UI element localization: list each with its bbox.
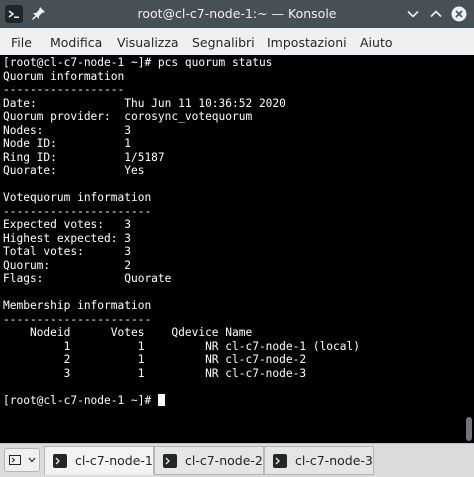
tab-cl-c7-node-1[interactable]: cl-c7-node-1	[44, 446, 154, 475]
text-cursor	[157, 393, 165, 406]
new-tab-button[interactable]	[4, 448, 40, 472]
close-button[interactable]	[451, 6, 467, 22]
menu-bar: File Modifica Visualizza Segnalibri Impo…	[0, 28, 474, 56]
menu-modifica[interactable]: Modifica	[50, 35, 102, 50]
new-tab-icon	[8, 455, 21, 465]
terminal-line: [root@cl-c7-node-1 ~]# pcs quorum status	[3, 56, 273, 69]
terminal-line: 2 1 NR cl-c7-node-2	[3, 353, 307, 366]
chevron-down-icon	[407, 10, 419, 18]
terminal-line: ------------------	[3, 83, 125, 96]
terminal-line: 1 1 NR cl-c7-node-1 (local)	[3, 339, 360, 353]
terminal-icon	[163, 453, 177, 468]
terminal-line: Quorum information	[3, 69, 125, 83]
window-title: root@cl-c7-node-1:~ — Konsole	[137, 6, 337, 21]
minimize-button[interactable]	[405, 6, 421, 22]
menu-visualizza[interactable]: Visualizza	[117, 35, 179, 50]
terminal-line: ----------------------	[3, 204, 152, 218]
terminal-output: [root@cl-c7-node-1 ~]# pcs quorum status…	[3, 56, 360, 407]
terminal-line: Node ID: 1	[3, 137, 131, 150]
terminal-icon	[53, 453, 67, 468]
terminal-prompt-line: [root@cl-c7-node-1 ~]#	[3, 393, 360, 408]
terminal-view[interactable]: [root@cl-c7-node-1 ~]# pcs quorum status…	[0, 55, 474, 443]
terminal-line: Expected votes: 3	[3, 218, 131, 231]
terminal-line: Date: Thu Jun 11 10:36:52 2020	[3, 96, 286, 110]
terminal-line: Quorum provider: corosync_votequorum	[3, 110, 253, 123]
menu-aiuto[interactable]: Aiuto	[360, 35, 393, 50]
terminal-line: Total votes: 3	[3, 245, 131, 258]
close-icon	[451, 6, 467, 22]
tab-cl-c7-node-3[interactable]: cl-c7-node-3	[264, 446, 374, 475]
terminal-line: Quorate: Yes	[3, 164, 145, 177]
chevron-down-icon	[28, 457, 35, 463]
tab-label: cl-c7-node-1	[75, 453, 153, 468]
maximize-button[interactable]	[428, 6, 444, 22]
terminal-line: Membership information	[3, 299, 152, 312]
menu-segnalibri[interactable]: Segnalibri	[192, 35, 255, 50]
terminal-icon	[273, 453, 287, 468]
terminal-line: Nodeid Votes Qdevice Name	[3, 326, 253, 339]
menu-file[interactable]: File	[11, 35, 32, 50]
terminal-line: Quorum: 2	[3, 258, 131, 272]
terminal-line: Ring ID: 1/5187	[3, 150, 165, 164]
menu-impostazioni[interactable]: Impostazioni	[267, 35, 347, 50]
tab-bar: cl-c7-node-1 cl-c7-node-2 cl-c7-node-3	[0, 443, 474, 477]
terminal-line: Nodes: 3	[3, 123, 131, 137]
tab-cl-c7-node-2[interactable]: cl-c7-node-2	[154, 446, 264, 475]
terminal-line: Votequorum information	[3, 191, 152, 204]
terminal-line: 3 1 NR cl-c7-node-3	[3, 366, 307, 380]
title-bar[interactable]: root@cl-c7-node-1:~ — Konsole	[0, 0, 474, 28]
tab-label: cl-c7-node-2	[185, 453, 263, 468]
terminal-line: Highest expected: 3	[3, 231, 131, 245]
terminal-line: ----------------------	[3, 312, 152, 326]
tab-label: cl-c7-node-3	[295, 453, 373, 468]
chevron-up-icon	[430, 10, 442, 18]
prompt-text: [root@cl-c7-node-1 ~]#	[3, 393, 158, 407]
terminal-line: Flags: Quorate	[3, 272, 172, 285]
scrollbar-handle[interactable]	[466, 417, 472, 441]
